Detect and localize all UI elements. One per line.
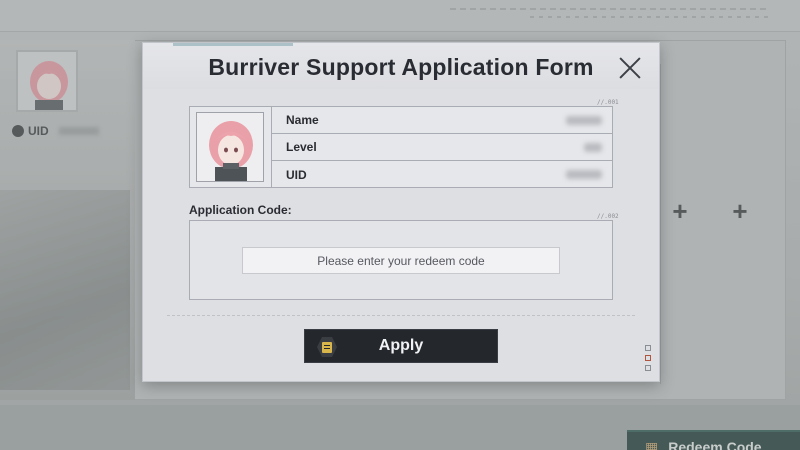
field-value-blurred <box>566 116 602 125</box>
option-checkbox[interactable] <box>645 345 651 351</box>
field-value-blurred <box>566 170 602 179</box>
application-code-label: Application Code: <box>189 203 292 217</box>
info-row-level: Level <box>272 134 612 161</box>
option-checkbox[interactable] <box>645 355 651 361</box>
section-tag: //.002 <box>597 213 619 220</box>
option-checkbox[interactable] <box>645 365 651 371</box>
redeem-code-input[interactable] <box>242 247 560 274</box>
info-row-uid: UID <box>272 161 612 188</box>
applicant-portrait <box>196 112 264 182</box>
info-row-name: Name <box>272 107 612 134</box>
field-value-blurred <box>584 143 602 152</box>
header-accent <box>173 43 293 46</box>
apply-button[interactable]: Apply <box>304 329 498 363</box>
option-checkboxes <box>621 343 651 373</box>
close-icon[interactable] <box>615 53 645 83</box>
dialog-header: Burriver Support Application Form <box>143 43 659 89</box>
dialog-title: Burriver Support Application Form <box>208 54 594 80</box>
field-label: Name <box>286 113 319 127</box>
support-application-dialog: Burriver Support Application Form //.001… <box>142 42 660 382</box>
applicant-info-table: Name Level UID <box>271 107 612 187</box>
field-label: UID <box>286 167 307 182</box>
section-tag: //.001 <box>597 99 619 106</box>
applicant-info-box: Name Level UID <box>189 106 613 188</box>
divider <box>167 315 635 316</box>
application-code-box <box>189 220 613 300</box>
field-label: Level <box>286 140 317 154</box>
